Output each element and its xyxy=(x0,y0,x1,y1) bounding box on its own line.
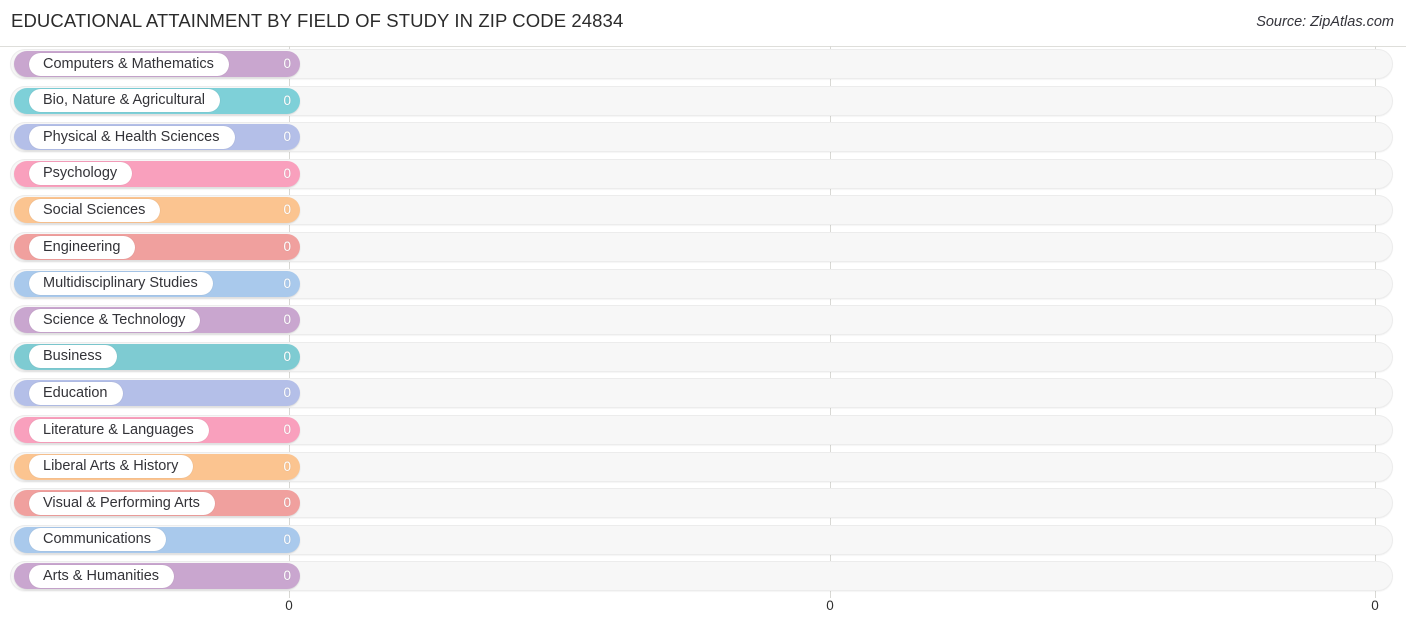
bar-value-label: 0 xyxy=(283,56,291,71)
category-label: Visual & Performing Arts xyxy=(29,491,215,515)
bar-row[interactable]: 0 Education xyxy=(0,375,1406,412)
category-label: Bio, Nature & Agricultural xyxy=(29,89,220,113)
bar-row[interactable]: 0 Bio, Nature & Agricultural xyxy=(0,83,1406,120)
bar-row[interactable]: 0 Psychology xyxy=(0,156,1406,193)
bar-value-label: 0 xyxy=(283,202,291,218)
bar-value-label: 0 xyxy=(283,92,291,108)
category-label: Multidisciplinary Studies xyxy=(29,272,213,296)
bar-row[interactable]: 0 Visual & Performing Arts xyxy=(0,485,1406,522)
category-label: Psychology xyxy=(29,162,133,186)
category-label: Computers & Mathematics xyxy=(29,52,229,76)
source-attribution: Source: ZipAtlas.com xyxy=(1256,14,1394,30)
bar-value-label: 0 xyxy=(283,312,291,328)
chart-header: EDUCATIONAL ATTAINMENT BY FIELD OF STUDY… xyxy=(0,0,1406,46)
bar-value-label: 0 xyxy=(283,385,291,401)
bar-row[interactable]: 0 Engineering xyxy=(0,229,1406,266)
category-label: Arts & Humanities xyxy=(29,564,175,588)
x-tick-label: 0 xyxy=(1371,598,1379,613)
category-label: Business xyxy=(29,345,117,369)
bar-value-label: 0 xyxy=(283,422,291,437)
category-label: Education xyxy=(29,381,123,405)
x-tick-label: 0 xyxy=(826,598,834,613)
category-label: Communications xyxy=(29,528,166,552)
bar-row[interactable]: 0 Communications xyxy=(0,522,1406,559)
x-tick-label: 0 xyxy=(285,598,293,613)
bar-value-label: 0 xyxy=(283,458,291,474)
bar-row[interactable]: 0 Business xyxy=(0,339,1406,376)
bar-row[interactable]: 0 Literature & Languages xyxy=(0,412,1406,449)
category-label: Liberal Arts & History xyxy=(29,455,194,479)
bar-value-label: 0 xyxy=(283,275,291,291)
bar-row[interactable]: 0 Arts & Humanities xyxy=(0,558,1406,595)
bar-row[interactable]: 0 Computers & Mathematics xyxy=(0,46,1406,83)
bar-row[interactable]: 0 Science & Technology xyxy=(0,302,1406,339)
bar-row[interactable]: 0 Social Sciences xyxy=(0,192,1406,229)
x-axis: 0 0 0 xyxy=(0,598,1406,631)
bar-value-label: 0 xyxy=(283,239,291,254)
bar-row[interactable]: 0 Liberal Arts & History xyxy=(0,449,1406,486)
category-label: Physical & Health Sciences xyxy=(29,125,235,149)
category-label: Engineering xyxy=(29,235,136,259)
bar-value-label: 0 xyxy=(283,495,291,511)
bar-row[interactable]: 0 Physical & Health Sciences xyxy=(0,119,1406,156)
category-label: Social Sciences xyxy=(29,198,161,222)
category-label: Science & Technology xyxy=(29,308,201,332)
chart-plot-area: 0 Computers & Mathematics 0 Bio, Nature & A… xyxy=(0,46,1406,598)
category-label: Literature & Languages xyxy=(29,418,209,442)
bar-value-label: 0 xyxy=(283,568,291,584)
bar-value-label: 0 xyxy=(283,165,291,181)
bar-row[interactable]: 0 Multidisciplinary Studies xyxy=(0,266,1406,303)
bar-value-label: 0 xyxy=(283,531,291,547)
page-title: EDUCATIONAL ATTAINMENT BY FIELD OF STUDY… xyxy=(11,10,624,31)
bar-value-label: 0 xyxy=(283,348,291,364)
bar-value-label: 0 xyxy=(283,129,291,145)
